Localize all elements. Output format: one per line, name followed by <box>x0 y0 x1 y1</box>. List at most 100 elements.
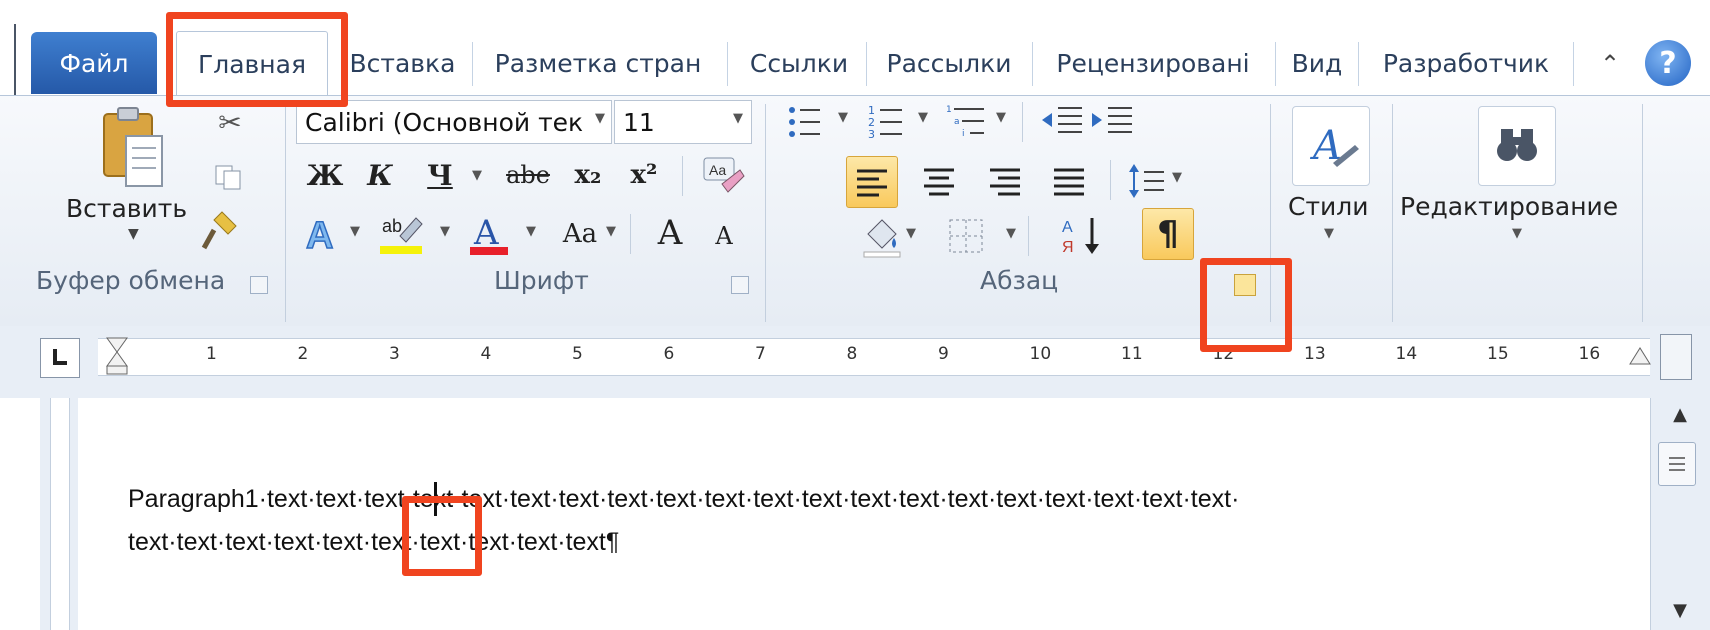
chevron-down-icon[interactable]: ▼ <box>350 224 360 239</box>
ruler-number: 14 <box>1395 344 1418 364</box>
help-icon[interactable]: ? <box>1645 40 1691 86</box>
underline-button[interactable]: Ч <box>420 154 460 196</box>
change-case-button[interactable]: Aa <box>552 212 608 256</box>
grow-font-button[interactable]: A <box>648 210 692 256</box>
chevron-down-icon[interactable]: ▼ <box>996 110 1006 125</box>
document-area: Paragraph1·text·text·text·text·text·text… <box>0 398 1710 630</box>
show-formatting-marks-button[interactable]: ¶ <box>1142 208 1194 260</box>
chevron-down-icon[interactable]: ▼ <box>1006 226 1016 241</box>
tab-selector-button[interactable] <box>40 338 80 378</box>
group-label-font: Шрифт <box>494 266 589 295</box>
chevron-down-icon[interactable]: ▼ <box>595 111 605 126</box>
toolbar-divider <box>1028 216 1029 256</box>
chevron-down-icon[interactable]: ▼ <box>838 110 848 125</box>
find-binoculars-icon[interactable] <box>1478 106 1556 186</box>
sort-icon[interactable]: AЯ <box>1058 212 1104 258</box>
minimize-ribbon-icon[interactable]: ⌃ <box>1590 44 1630 84</box>
chevron-down-icon[interactable]: ▼ <box>1512 226 1522 241</box>
tab-insert[interactable]: Вставка <box>340 32 465 94</box>
font-color-icon[interactable]: A <box>466 210 512 256</box>
tab-mailings[interactable]: Рассылки <box>874 32 1024 94</box>
group-divider <box>1642 104 1643 322</box>
chevron-down-icon[interactable]: ▼ <box>526 224 536 239</box>
italic-button[interactable]: К <box>360 154 400 196</box>
toolbar-divider <box>1022 102 1023 142</box>
chevron-down-icon[interactable]: ▼ <box>606 224 616 239</box>
group-divider <box>765 104 766 322</box>
tab-divider <box>472 42 473 86</box>
paste-button-label[interactable]: Вставить <box>66 194 187 223</box>
chevron-down-icon[interactable]: ▼ <box>472 168 482 183</box>
ruler-number: 10 <box>1029 344 1052 364</box>
numbering-icon[interactable]: 123 <box>866 100 922 144</box>
shading-icon[interactable] <box>860 214 904 258</box>
clipboard-dialog-launcher-icon[interactable] <box>250 276 268 294</box>
shrink-font-button[interactable]: A <box>704 216 744 256</box>
group-label-paragraph: Абзац <box>980 266 1059 295</box>
styles-label[interactable]: Стили <box>1288 192 1369 221</box>
horizontal-ruler[interactable]: 1 2 3 4 5 6 7 8 9 10 11 12 13 14 15 16 <box>0 326 1710 398</box>
group-label-clipboard: Буфер обмена <box>36 266 226 295</box>
bullets-icon[interactable] <box>784 100 840 144</box>
view-ruler-icon[interactable] <box>1660 334 1692 380</box>
strikethrough-button[interactable]: abe <box>500 154 556 196</box>
line-spacing-icon[interactable] <box>1126 156 1172 206</box>
tab-references[interactable]: Ссылки <box>736 32 862 94</box>
font-size-combo[interactable]: 11 ▼ <box>614 100 752 144</box>
chevron-down-icon[interactable]: ▼ <box>1172 170 1182 185</box>
bold-button[interactable]: Ж <box>305 154 345 196</box>
ruler-number: 8 <box>846 344 858 364</box>
ruler-number: 4 <box>480 344 492 364</box>
chevron-down-icon[interactable]: ▼ <box>733 111 743 126</box>
highlight-box-paragraph-launcher <box>1200 258 1292 352</box>
superscript-button[interactable]: x² <box>622 154 666 196</box>
align-center-button[interactable] <box>914 156 964 206</box>
clear-formatting-icon[interactable]: Aa <box>700 154 746 198</box>
tab-divider <box>1275 42 1276 86</box>
tab-divider <box>727 42 728 86</box>
text-effects-icon[interactable]: A <box>302 212 348 258</box>
subscript-button[interactable]: x₂ <box>566 154 610 196</box>
highlight-box-home-tab <box>166 12 348 107</box>
chevron-down-icon[interactable]: ▼ <box>918 110 928 125</box>
ruler-number: 1 <box>206 344 217 364</box>
toolbar-divider <box>1110 160 1111 200</box>
decrease-indent-icon[interactable] <box>1040 100 1086 144</box>
scroll-up-icon[interactable]: ▲ <box>1660 398 1700 430</box>
align-left-button[interactable] <box>846 156 898 208</box>
svg-text:Я: Я <box>1062 239 1074 256</box>
highlight-box-cursor <box>402 496 482 576</box>
styles-icon[interactable]: A <box>1292 106 1370 186</box>
font-dialog-launcher-icon[interactable] <box>731 276 749 294</box>
align-right-button[interactable] <box>980 156 1030 206</box>
tab-developer[interactable]: Разработчик <box>1366 32 1566 94</box>
tab-review[interactable]: Рецензировані <box>1042 32 1264 94</box>
tab-file[interactable]: Файл <box>31 32 157 94</box>
format-painter-icon[interactable] <box>200 208 244 252</box>
cut-icon[interactable]: ✂ <box>212 104 248 140</box>
paragraph-line-2[interactable]: text·text·text·text·text·text·text·text·… <box>128 528 619 557</box>
increase-indent-icon[interactable] <box>1090 100 1136 144</box>
ruler-number: 13 <box>1304 344 1326 364</box>
justify-button[interactable] <box>1044 156 1094 206</box>
font-name-value: Calibri (Основной тек <box>305 107 584 137</box>
chevron-down-icon[interactable]: ▼ <box>1324 226 1334 241</box>
scroll-thumb[interactable] <box>1658 442 1696 486</box>
svg-text:i: i <box>962 129 965 139</box>
paste-icon[interactable] <box>96 106 166 192</box>
tab-view[interactable]: Вид <box>1284 32 1350 94</box>
tab-page-layout[interactable]: Разметка стран <box>480 32 716 94</box>
editing-label[interactable]: Редактирование <box>1400 192 1618 221</box>
scroll-down-icon[interactable]: ▼ <box>1660 594 1700 626</box>
copy-icon[interactable] <box>214 164 244 190</box>
right-indent-marker-icon[interactable] <box>1628 344 1652 366</box>
chevron-down-icon[interactable]: ▼ <box>440 224 450 239</box>
multilevel-list-icon[interactable]: 1ai <box>944 100 1000 144</box>
svg-text:a: a <box>954 117 960 127</box>
chevron-down-icon[interactable]: ▼ <box>128 226 139 242</box>
highlight-color-icon[interactable]: ab <box>378 210 424 256</box>
borders-icon[interactable] <box>944 214 988 258</box>
indent-marker-icon[interactable] <box>105 336 129 376</box>
paragraph-line-1[interactable]: Paragraph1·text·text·text·text·text·text… <box>128 485 1239 514</box>
chevron-down-icon[interactable]: ▼ <box>906 226 916 241</box>
